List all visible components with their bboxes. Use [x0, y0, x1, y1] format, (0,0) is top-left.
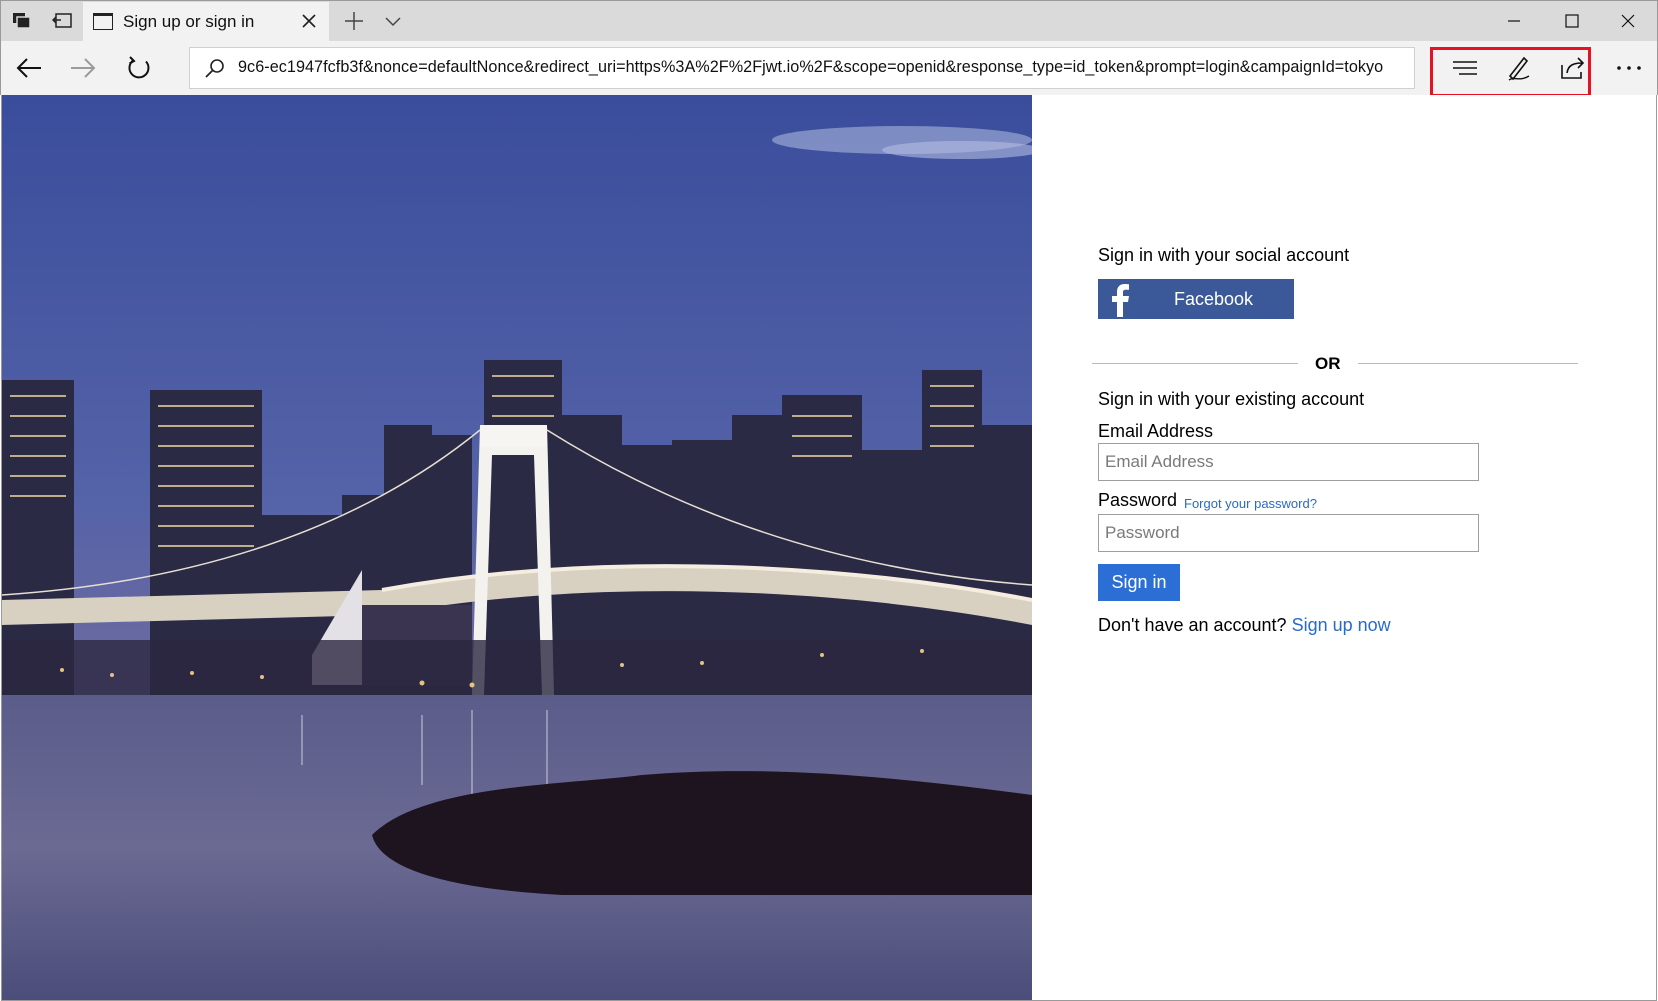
set-tabs-aside-icon[interactable]	[49, 9, 75, 33]
chevron-down-icon[interactable]	[381, 9, 405, 33]
password-label: Password	[1098, 490, 1178, 510]
signup-prompt: Don't have an account? Sign up now	[1098, 615, 1391, 636]
refresh-icon[interactable]	[121, 51, 157, 85]
forgot-password-link[interactable]: Forgot your password?	[1184, 496, 1317, 511]
or-divider: OR	[1092, 353, 1578, 375]
divider-line-right	[1358, 363, 1578, 364]
address-url[interactable]: 9c6-ec1947fcfb3f&nonce=defaultNonce&redi…	[238, 58, 1408, 77]
sign-in-button[interactable]: Sign in	[1098, 564, 1180, 601]
forward-icon[interactable]	[65, 51, 101, 85]
password-field[interactable]	[1098, 514, 1479, 552]
tab-sign-up-or-sign-in[interactable]: Sign up or sign in	[83, 2, 329, 42]
divider-line-left	[1092, 363, 1298, 364]
facebook-button-label: Facebook	[1174, 289, 1254, 309]
minimize-icon[interactable]	[1491, 5, 1537, 37]
page-content: Sign in with your social account Faceboo…	[1, 95, 1657, 1001]
email-label: Email Address	[1098, 421, 1214, 441]
existing-account-heading: Sign in with your existing account	[1098, 389, 1365, 409]
search-icon	[204, 58, 226, 80]
hub-icon[interactable]	[1447, 51, 1483, 85]
tab-close-icon[interactable]	[299, 11, 319, 31]
browser-title-bar: Sign up or sign in	[0, 0, 1658, 42]
page-icon	[93, 13, 113, 30]
back-icon[interactable]	[11, 51, 47, 85]
more-icon[interactable]	[1611, 51, 1647, 85]
sign-up-link[interactable]: Sign up now	[1292, 615, 1391, 635]
address-bar[interactable]: 9c6-ec1947fcfb3f&nonce=defaultNonce&redi…	[189, 47, 1591, 97]
share-icon[interactable]	[1555, 51, 1591, 85]
no-account-text: Don't have an account?	[1098, 615, 1287, 635]
tab-preview-icon[interactable]	[9, 9, 35, 33]
email-field[interactable]	[1098, 443, 1479, 481]
close-window-icon[interactable]	[1605, 5, 1651, 37]
facebook-icon	[1106, 283, 1136, 317]
web-note-icon[interactable]	[1501, 51, 1537, 85]
new-tab-icon[interactable]	[341, 9, 367, 33]
maximize-icon[interactable]	[1549, 5, 1595, 37]
tab-title: Sign up or sign in	[123, 12, 255, 31]
or-label: OR	[1315, 354, 1341, 373]
facebook-button[interactable]: Facebook	[1098, 279, 1294, 319]
tokyo-skyline-background-image	[2, 95, 1032, 1000]
social-account-heading: Sign in with your social account	[1098, 245, 1350, 265]
browser-toolbar: 9c6-ec1947fcfb3f&nonce=defaultNonce&redi…	[0, 41, 1658, 97]
